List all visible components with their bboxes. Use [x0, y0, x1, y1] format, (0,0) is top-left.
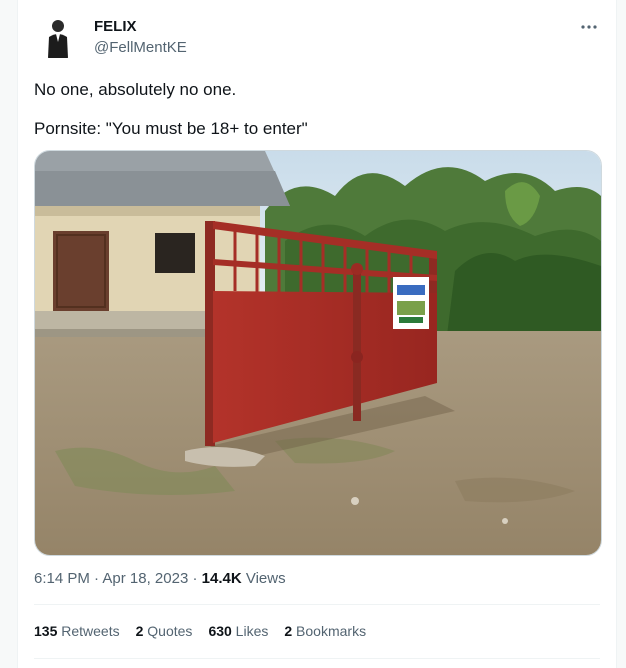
tweet-text-line-1: No one, absolutely no one. — [34, 80, 237, 99]
avatar-image — [34, 12, 82, 60]
stat-likes[interactable]: 630 Likes — [208, 623, 268, 639]
stat-count: 2 — [284, 623, 293, 639]
tweet-text-line-2: Pornsite: "You must be 18+ to enter" — [34, 119, 308, 138]
meta-separator: · — [89, 570, 103, 587]
stat-label: Bookmarks — [292, 623, 367, 639]
stat-quotes[interactable]: 2 Quotes — [136, 623, 193, 639]
stat-bookmarks[interactable]: 2 Bookmarks — [284, 623, 366, 639]
stat-retweets[interactable]: 135 Retweets — [34, 623, 120, 639]
tweet-time[interactable]: 6:14 PM — [34, 570, 90, 587]
divider — [34, 658, 600, 659]
photo-red-gate-standalone — [35, 151, 601, 555]
views-label: Views — [241, 570, 286, 587]
stat-label: Retweets — [57, 623, 120, 639]
stat-label: Likes — [231, 623, 269, 639]
author-handle[interactable]: @FellMentKE — [94, 39, 187, 56]
engagement-stats: 135 Retweets 2 Quotes 630 Likes 2 Bookmarks — [34, 623, 382, 639]
tweet-image[interactable] — [34, 150, 602, 556]
meta-separator: · — [188, 570, 202, 587]
stat-label: Quotes — [143, 623, 193, 639]
avatar[interactable] — [34, 12, 82, 60]
divider — [34, 604, 600, 605]
stat-count: 630 — [208, 623, 232, 639]
tweet-date[interactable]: Apr 18, 2023 — [102, 570, 188, 587]
stat-count: 135 — [34, 623, 58, 639]
tweet-meta: 6:14 PM · Apr 18, 2023 · 14.4K Views — [34, 570, 286, 587]
author-name[interactable]: FELIX — [94, 18, 137, 35]
tweet-card: FELIX @FellMentKE No one, absolutely no … — [17, 0, 617, 668]
views-count: 14.4K — [201, 570, 242, 587]
more-horizontal-icon[interactable] — [578, 16, 600, 38]
